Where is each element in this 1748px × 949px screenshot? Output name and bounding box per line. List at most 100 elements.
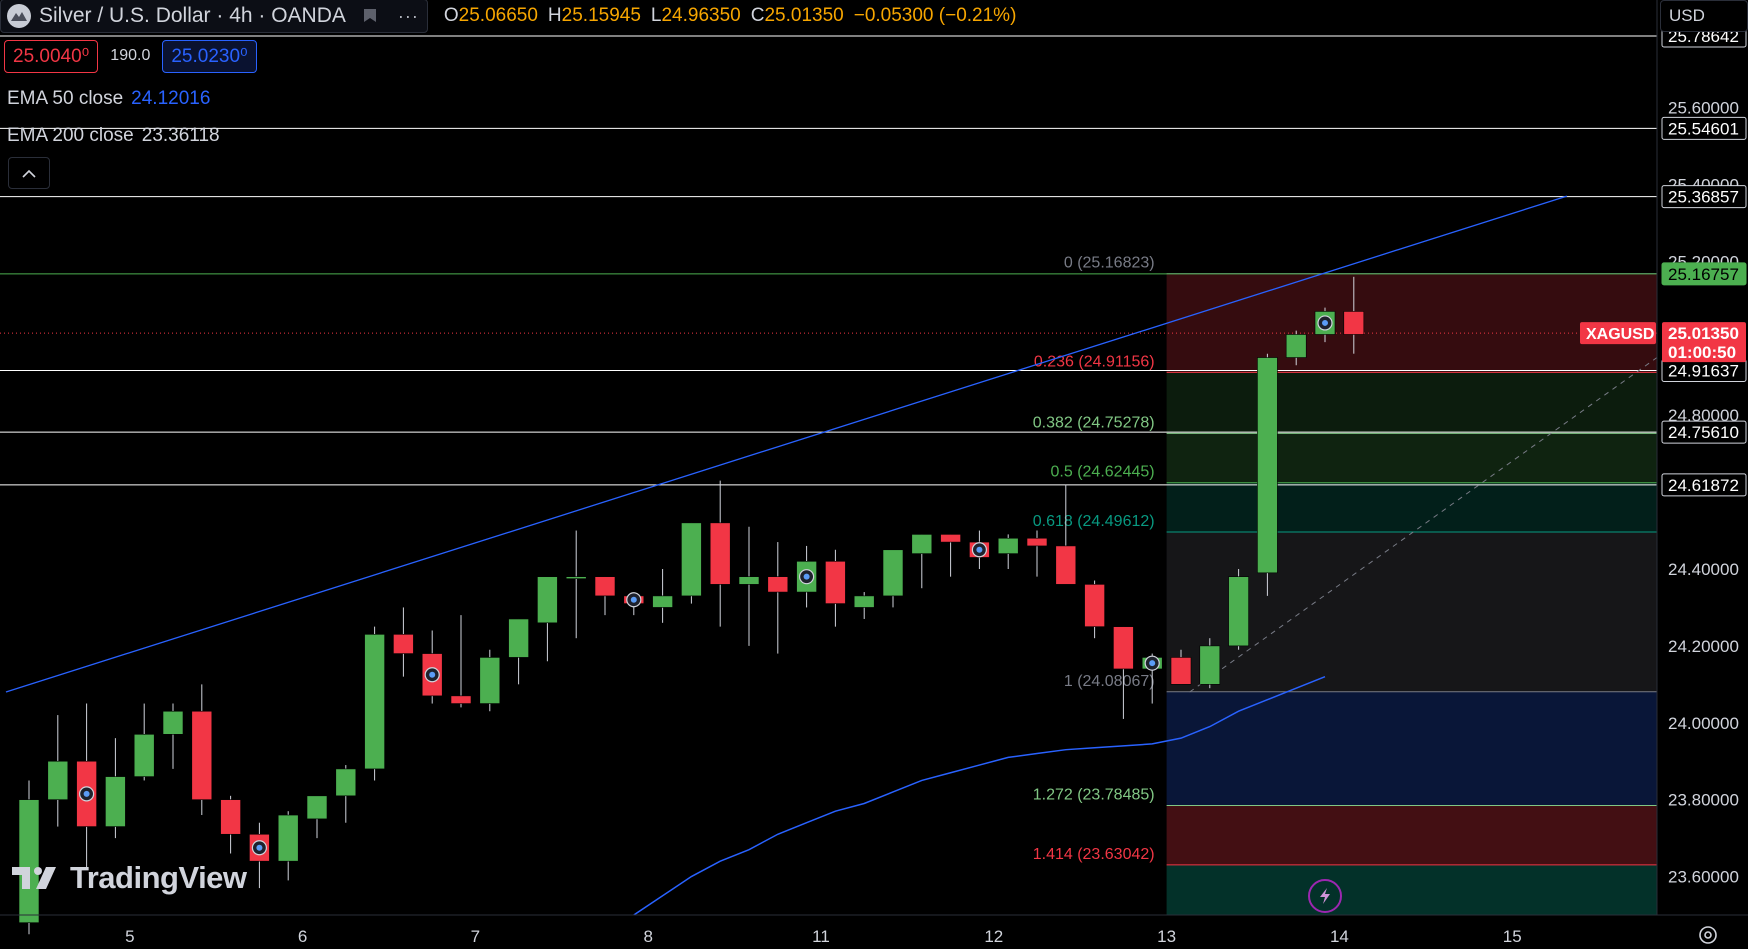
currency-selector[interactable]: USD xyxy=(1660,0,1748,32)
candle-body xyxy=(767,576,789,593)
event-marker-dot xyxy=(976,546,983,553)
price-chart[interactable]: 0 (25.16823) 0.236 (24.91156) 0.382 (24.75… xyxy=(0,0,1748,949)
fib-band xyxy=(1166,691,1657,806)
time-tick-label: 11 xyxy=(812,927,830,946)
candle-body xyxy=(853,595,875,608)
candle-body xyxy=(479,657,501,704)
candle-body xyxy=(681,522,702,597)
time-tick-label: 15 xyxy=(1503,927,1522,946)
ohlc-key: L xyxy=(650,5,662,26)
ema200-legend[interactable]: EMA 200 close 23.36118 xyxy=(7,125,220,147)
candle-body xyxy=(105,776,126,827)
ohlc-item-c: C25.01350 xyxy=(751,5,844,27)
fib-band xyxy=(1166,805,1657,865)
candle-body xyxy=(450,695,472,704)
candle-body xyxy=(709,522,731,585)
symbol-title-box[interactable]: Silver / U.S. Dollar · 4h · OANDA ··· xyxy=(0,0,428,33)
line-price-label: 25.16757 xyxy=(1668,265,1739,284)
candle-body xyxy=(1170,657,1192,685)
watermark-text: TradingView xyxy=(70,860,247,895)
alert-bolt-button[interactable] xyxy=(1308,879,1342,913)
collapse-legend-button[interactable] xyxy=(8,157,50,189)
ohlc-key: O xyxy=(443,5,459,26)
ema200-value: 23.36118 xyxy=(141,125,220,146)
time-tick-label: 7 xyxy=(471,927,480,946)
fib-band xyxy=(1166,372,1657,434)
chevron-up-icon xyxy=(22,169,36,178)
candle-body xyxy=(364,634,385,770)
symbol-title: Silver / U.S. Dollar · 4h · OANDA xyxy=(39,4,346,27)
fib-band xyxy=(1166,864,1657,915)
candle-body xyxy=(1084,584,1105,627)
time-tick-label: 13 xyxy=(1157,927,1176,946)
ohlc-item-o: O25.06650 xyxy=(444,5,538,27)
silver-logo-icon xyxy=(7,4,31,28)
candle-body xyxy=(882,549,904,597)
fib-level-label: 1.414 (23.63042) xyxy=(1033,846,1155,863)
candle-body xyxy=(133,734,155,777)
time-tick-label: 14 xyxy=(1330,927,1349,946)
time-tick-label: 6 xyxy=(298,927,307,946)
candle-body xyxy=(738,576,760,585)
candle-body xyxy=(940,534,961,543)
event-marker-dot xyxy=(1322,319,1328,326)
candle-body xyxy=(997,537,1019,554)
candle-body xyxy=(565,576,587,579)
line-price-label: 24.75610 xyxy=(1668,423,1739,442)
candle-body xyxy=(306,795,328,820)
ohlc-value: 24.96350 xyxy=(661,5,741,26)
buy-button[interactable]: 25.0230⁰ xyxy=(162,39,257,73)
ohlc-item-change: −0.05300 (−0.21%) xyxy=(854,5,1017,27)
price-tick-label: 23.60000 xyxy=(1668,868,1739,887)
ema50-value: 24.12016 xyxy=(131,88,211,109)
candle-body xyxy=(220,799,241,835)
spread-value: 190.0 xyxy=(110,47,151,64)
candle-body xyxy=(335,768,357,797)
time-tick-label: 8 xyxy=(643,927,652,946)
fib-level-label: 0.618 (24.49612) xyxy=(1033,513,1155,530)
candle-body xyxy=(47,760,69,800)
fib-band xyxy=(1166,433,1657,483)
fib-level-label: 0.382 (24.75278) xyxy=(1033,414,1155,431)
event-marker-dot xyxy=(256,844,263,851)
ohlc-value: −0.05300 (−0.21%) xyxy=(853,5,1017,26)
bid-ask-panel: 25.0040⁰ 190.0 25.0230⁰ xyxy=(4,39,257,73)
candle-body xyxy=(1228,576,1249,647)
sell-button[interactable]: 25.0040⁰ xyxy=(4,39,99,73)
fib-level-label: 0 (25.16823) xyxy=(1064,255,1155,272)
currency-label: USD xyxy=(1669,6,1705,25)
candle-body xyxy=(594,576,616,597)
event-marker-dot xyxy=(1149,660,1156,667)
flag-icon[interactable] xyxy=(362,8,378,24)
candle-body xyxy=(1343,311,1365,335)
ema200-label: EMA 200 close xyxy=(7,125,134,146)
ema50-legend[interactable]: EMA 50 close 24.12016 xyxy=(7,88,210,110)
candle-body xyxy=(393,634,414,654)
ohlc-key: H xyxy=(547,5,562,26)
line-price-label: 24.61872 xyxy=(1668,476,1739,495)
ohlc-value: 25.06650 xyxy=(458,5,538,26)
settings-gear-icon[interactable] xyxy=(1695,922,1721,948)
candle-body xyxy=(162,710,184,735)
tradingview-logo-icon xyxy=(12,867,56,889)
candle-body xyxy=(277,814,299,862)
ohlc-value: 25.01350 xyxy=(764,5,844,26)
fib-level-label: 0.5 (24.62445) xyxy=(1051,464,1155,481)
ohlc-key: C xyxy=(750,5,765,26)
ohlc-value: 25.15945 xyxy=(561,5,641,26)
more-options-icon[interactable]: ··· xyxy=(398,6,419,27)
lightning-icon xyxy=(1320,888,1330,904)
fib-level-label: 1 (24.08067) xyxy=(1064,673,1155,690)
candle-body xyxy=(825,561,846,604)
event-marker-dot xyxy=(803,573,810,580)
candle-body xyxy=(911,534,933,554)
ohlc-values: O25.06650 H25.15945 L24.96350 C25.01350 −0.0… xyxy=(444,5,1017,27)
candle-body xyxy=(537,576,558,624)
event-marker-dot xyxy=(630,596,637,603)
price-tick-label: 24.00000 xyxy=(1668,714,1739,733)
ohlc-item-l: L24.96350 xyxy=(651,5,741,27)
price-tick-label: 23.80000 xyxy=(1668,791,1739,810)
time-tick-label: 12 xyxy=(984,927,1003,946)
tradingview-watermark[interactable]: TradingView xyxy=(10,860,247,896)
symbol-tag-label: XAGUSD xyxy=(1586,326,1654,343)
